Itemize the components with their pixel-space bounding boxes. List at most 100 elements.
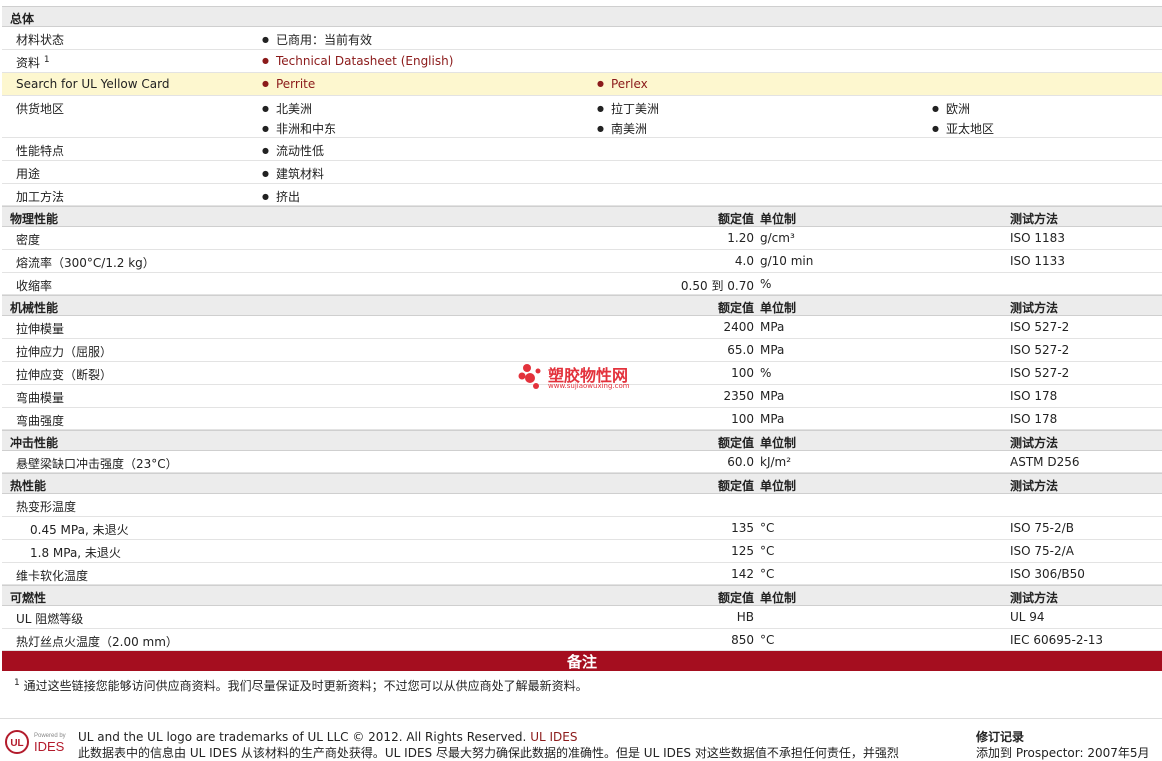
section-thermal-header: 热性能 额定值 单位制 测试方法: [2, 473, 1162, 494]
row-status: 材料状态 已商用：当前有效: [2, 27, 1162, 50]
section-title: 冲击性能: [10, 436, 59, 450]
table-row: 密度 1.20 g/cm³ ISO 1183: [2, 227, 1162, 250]
section-mechanical-header: 机械性能 额定值 单位制 测试方法: [2, 295, 1162, 316]
property-unit: °C: [760, 544, 775, 558]
region-item: 非洲和中东: [262, 120, 336, 137]
property-name: 弯曲强度: [16, 414, 65, 428]
region-item: 拉丁美洲: [597, 100, 659, 117]
notes-body: 1 通过这些链接您能够访问供应商资料。我们尽量保证及时更新资料；不过您可以从供应…: [2, 671, 1162, 695]
row-label: 性能特点: [16, 144, 65, 158]
property-unit: °C: [760, 521, 775, 535]
section-general-header: 总体: [2, 6, 1162, 27]
section-title: 物理性能: [10, 212, 59, 226]
header-unit: 单位制: [760, 479, 797, 493]
table-row: UL 阻燃等级 HB UL 94: [2, 606, 1162, 629]
table-row: 0.45 MPa, 未退火 135 °C ISO 75-2/B: [2, 517, 1162, 540]
property-method: IEC 60695-2-13: [1010, 633, 1104, 647]
property-method: ISO 178: [1010, 389, 1058, 403]
section-title: 可燃性: [10, 591, 47, 605]
row-feature: 性能特点 流动性低: [2, 138, 1162, 161]
property-name: 拉伸应变（断裂）: [16, 368, 113, 382]
property-unit: °C: [760, 633, 775, 647]
row-value: 流动性低: [262, 142, 324, 159]
property-name: 悬壁梁缺口冲击强度（23°C）: [16, 457, 178, 471]
property-unit: kJ/m²: [760, 455, 792, 469]
table-row: 1.8 MPa, 未退火 125 °C ISO 75-2/A: [2, 540, 1162, 563]
table-row: 熔流率（300°C/1.2 kg） 4.0 g/10 min ISO 1133: [2, 250, 1162, 273]
perlex-link[interactable]: Perlex: [597, 77, 648, 91]
header-unit: 单位制: [760, 301, 797, 315]
table-row: 收缩率 0.50 到 0.70 %: [2, 273, 1162, 295]
property-value: 2400: [723, 320, 754, 334]
property-unit: g/10 min: [760, 254, 814, 268]
property-value: 135: [731, 521, 754, 535]
header-nominal: 额定值: [717, 301, 754, 315]
header-nominal: 额定值: [717, 479, 754, 493]
row-label: Search for UL Yellow Card: [16, 77, 170, 91]
watermark-dots-icon: [518, 364, 541, 389]
property-name: 热灯丝点火温度（2.00 mm）: [16, 635, 178, 649]
row-label: 用途: [16, 167, 41, 181]
region-item: 欧洲: [932, 100, 970, 117]
property-unit: °C: [760, 567, 775, 581]
footer-disclaimer: 此数据表中的信息由 UL IDES 从该材料的生产商处获得。UL IDES 尽最…: [78, 746, 899, 760]
footer: UL Powered by IDES UL and the UL logo ar…: [0, 718, 1162, 760]
property-name: 弯曲模量: [16, 391, 65, 405]
property-unit: MPa: [760, 343, 785, 357]
section-impact-header: 冲击性能 额定值 单位制 测试方法: [2, 430, 1162, 451]
watermark-url: www.sujiaowuxing.com: [548, 382, 630, 390]
header-method: 测试方法: [1010, 591, 1059, 605]
property-value: 0.50 到 0.70: [680, 279, 754, 293]
row-value: 已商用：当前有效: [262, 31, 372, 48]
property-method: ASTM D256: [1010, 455, 1080, 469]
property-name: 拉伸应力（屈服）: [16, 345, 113, 359]
property-unit: MPa: [760, 320, 785, 334]
property-value: 4.0: [734, 254, 754, 268]
technical-datasheet-link[interactable]: Technical Datasheet (English): [262, 54, 453, 68]
property-method: ISO 527-2: [1010, 366, 1070, 380]
perrite-link[interactable]: Perrite: [262, 77, 315, 91]
ul-circle-icon: UL Powered by IDES: [5, 730, 66, 754]
row-docs: 资料 1 Technical Datasheet (English): [2, 50, 1162, 73]
property-value: 2350: [723, 389, 754, 403]
svg-text:IDES: IDES: [34, 739, 65, 754]
property-value: 1.20: [727, 231, 754, 245]
section-physical-header: 物理性能 额定值 单位制 测试方法: [2, 206, 1162, 227]
ul-ides-link[interactable]: UL IDES: [530, 730, 577, 744]
property-value: 850: [731, 633, 754, 647]
property-method: ISO 306/B50: [1010, 567, 1085, 581]
property-name: UL 阻燃等级: [16, 612, 84, 626]
section-title: 热性能: [10, 479, 47, 493]
header-unit: 单位制: [760, 591, 797, 605]
header-nominal: 额定值: [717, 212, 754, 226]
table-row: 拉伸模量 2400 MPa ISO 527-2: [2, 316, 1162, 339]
header-method: 测试方法: [1010, 479, 1059, 493]
property-method: ISO 527-2: [1010, 320, 1070, 334]
property-value: 125: [731, 544, 754, 558]
row-yellow-card: Search for UL Yellow Card Perrite Perlex: [2, 73, 1162, 96]
property-name: 收缩率: [16, 279, 53, 293]
property-unit: MPa: [760, 389, 785, 403]
property-method: UL 94: [1010, 610, 1045, 624]
row-process: 加工方法 挤出: [2, 184, 1162, 206]
row-label: 加工方法: [16, 190, 65, 204]
table-row: 维卡软化温度 142 °C ISO 306/B50: [2, 563, 1162, 585]
property-method: ISO 1133: [1010, 254, 1065, 268]
property-value: HB: [736, 610, 754, 624]
header-unit: 单位制: [760, 436, 797, 450]
datasheet: 总体 材料状态 已商用：当前有效 资料 1 Technical Datashee…: [2, 0, 1162, 695]
ul-ides-logo: UL Powered by IDES: [4, 729, 74, 758]
row-supply: 供货地区 北美洲 拉丁美洲 欧洲 非洲和中东 南美洲 亚太地区: [2, 96, 1162, 138]
header-method: 测试方法: [1010, 212, 1059, 226]
property-unit: %: [760, 277, 772, 291]
property-name: 熔流率（300°C/1.2 kg）: [16, 256, 155, 270]
property-unit: g/cm³: [760, 231, 795, 245]
row-value: 挤出: [262, 188, 300, 205]
row-label: 资料 1: [16, 55, 50, 70]
property-name: 热变形温度: [16, 500, 77, 514]
property-name: 1.8 MPa, 未退火: [30, 546, 121, 560]
region-item: 南美洲: [597, 120, 647, 137]
property-method: ISO 1183: [1010, 231, 1065, 245]
table-row: 拉伸应力（屈服） 65.0 MPa ISO 527-2: [2, 339, 1162, 362]
property-method: ISO 527-2: [1010, 343, 1070, 357]
